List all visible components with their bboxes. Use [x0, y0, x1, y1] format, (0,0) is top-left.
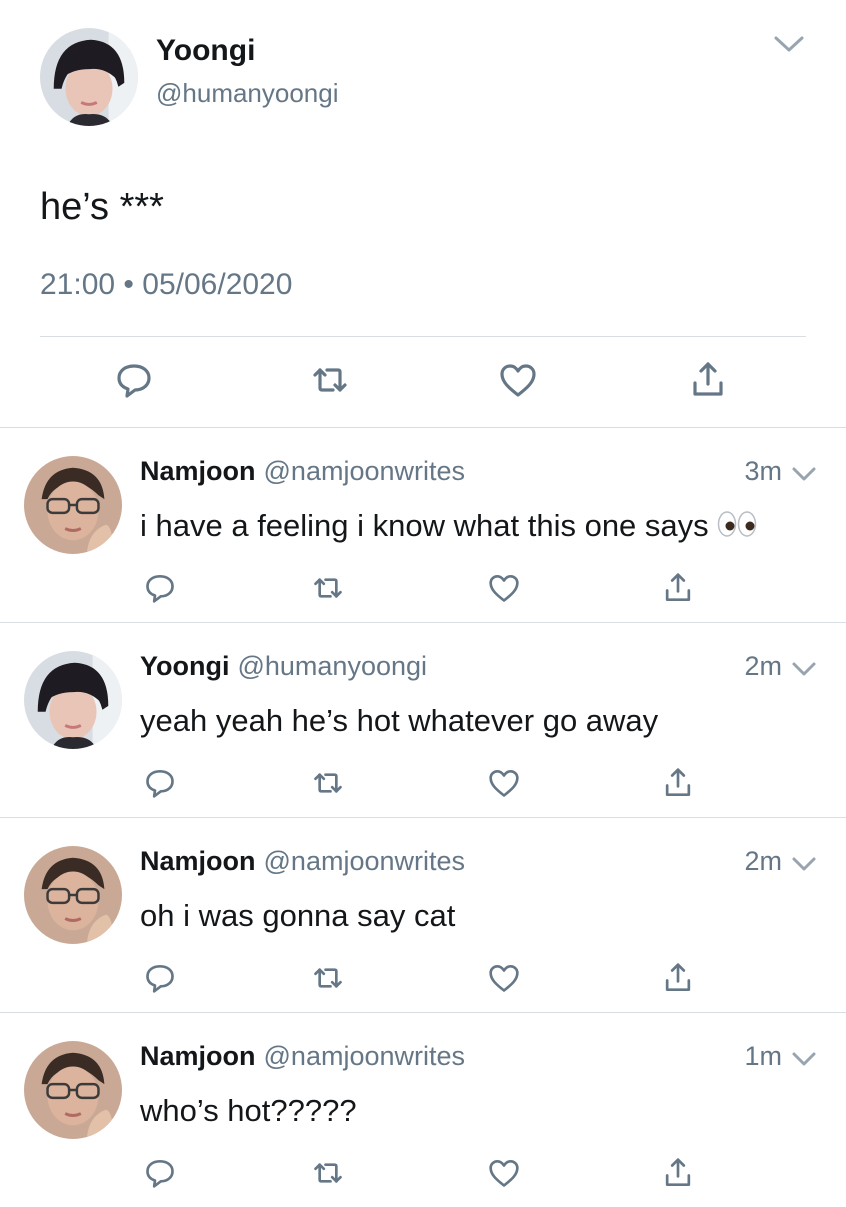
reply-icon[interactable]	[140, 1153, 180, 1193]
tweet-actions	[0, 568, 846, 614]
avatar[interactable]	[40, 28, 138, 126]
reply-time[interactable]: 1m	[744, 1041, 782, 1072]
reply-text: yeah yeah he’s hot whatever go away	[140, 703, 659, 738]
like-icon[interactable]	[484, 568, 524, 608]
reply-tweet[interactable]: Namjoon @namjoonwrites 2m oh i was gonna …	[0, 818, 846, 1012]
retweet-icon[interactable]	[306, 356, 354, 404]
author-handle[interactable]: @namjoonwrites	[264, 1041, 466, 1071]
reply-text: oh i was gonna say cat	[140, 898, 456, 933]
like-icon[interactable]	[484, 958, 524, 998]
tweet-actions	[0, 1153, 846, 1199]
main-tweet: Yoongi @humanyoongi he’s *** 21:00 • 05/…	[0, 0, 846, 428]
author-handle[interactable]: @humanyoongi	[237, 651, 427, 681]
chevron-down-icon[interactable]	[790, 1049, 818, 1069]
share-icon[interactable]	[658, 568, 698, 608]
reply-icon[interactable]	[110, 356, 158, 404]
reply-time[interactable]: 2m	[744, 651, 782, 682]
reply-header: Namjoon @namjoonwrites	[140, 456, 465, 487]
chevron-down-icon[interactable]	[790, 659, 818, 679]
like-icon[interactable]	[484, 763, 524, 803]
share-icon[interactable]	[658, 1153, 698, 1193]
tweet-timestamp[interactable]: 21:00 • 05/06/2020	[40, 268, 292, 302]
avatar[interactable]	[24, 456, 122, 554]
retweet-icon[interactable]	[308, 958, 348, 998]
author-handle[interactable]: @humanyoongi	[156, 78, 339, 109]
like-icon[interactable]	[484, 1153, 524, 1193]
tweet-actions	[0, 763, 846, 809]
author-name[interactable]: Namjoon	[140, 846, 256, 876]
avatar-yoongi	[24, 651, 122, 749]
eyes-emoji	[717, 510, 757, 546]
tweet-actions	[0, 356, 846, 406]
tweet-time: 21:00	[40, 268, 116, 301]
author-name[interactable]: Yoongi	[140, 651, 229, 681]
reply-icon[interactable]	[140, 568, 180, 608]
reply-tweet[interactable]: Yoongi @humanyoongi 2m yeah yeah he’s hot…	[0, 623, 846, 817]
author-name[interactable]: Namjoon	[140, 1041, 256, 1071]
meta-separator: •	[123, 268, 134, 301]
author-name[interactable]: Yoongi	[156, 34, 255, 68]
share-icon[interactable]	[658, 958, 698, 998]
tweet-text: he’s ***	[40, 186, 164, 228]
reply-tweet[interactable]: Namjoon @namjoonwrites 3m i have a feelin…	[0, 428, 846, 622]
tweet-date: 05/06/2020	[142, 268, 293, 301]
avatar[interactable]	[24, 1041, 122, 1139]
tweet-actions	[0, 958, 846, 1004]
reply-text-content: i have a feeling i know what this one sa…	[140, 508, 709, 543]
reply-time[interactable]: 3m	[744, 456, 782, 487]
avatar-yoongi	[40, 28, 138, 126]
chevron-down-icon[interactable]	[790, 464, 818, 484]
reply-icon[interactable]	[140, 763, 180, 803]
reply-tweet[interactable]: Namjoon @namjoonwrites 1m who’s hot?????	[0, 1013, 846, 1207]
divider	[40, 336, 806, 337]
retweet-icon[interactable]	[308, 568, 348, 608]
tweet-thread: Yoongi @humanyoongi he’s *** 21:00 • 05/…	[0, 0, 846, 1200]
retweet-icon[interactable]	[308, 763, 348, 803]
reply-header: Yoongi @humanyoongi	[140, 651, 427, 682]
avatar[interactable]	[24, 651, 122, 749]
reply-header: Namjoon @namjoonwrites	[140, 1041, 465, 1072]
retweet-icon[interactable]	[308, 1153, 348, 1193]
share-icon[interactable]	[684, 356, 732, 404]
author-name[interactable]: Namjoon	[140, 456, 256, 486]
avatar[interactable]	[24, 846, 122, 944]
chevron-down-icon[interactable]	[790, 854, 818, 874]
author-handle[interactable]: @namjoonwrites	[264, 456, 466, 486]
reply-header: Namjoon @namjoonwrites	[140, 846, 465, 877]
reply-text: i have a feeling i know what this one sa…	[140, 508, 757, 546]
reply-time[interactable]: 2m	[744, 846, 782, 877]
share-icon[interactable]	[658, 763, 698, 803]
chevron-down-icon[interactable]	[772, 32, 806, 56]
reply-text: who’s hot?????	[140, 1093, 357, 1128]
avatar-namjoon	[24, 456, 122, 554]
reply-icon[interactable]	[140, 958, 180, 998]
author-handle[interactable]: @namjoonwrites	[264, 846, 466, 876]
avatar-namjoon	[24, 1041, 122, 1139]
like-icon[interactable]	[494, 356, 542, 404]
avatar-namjoon	[24, 846, 122, 944]
